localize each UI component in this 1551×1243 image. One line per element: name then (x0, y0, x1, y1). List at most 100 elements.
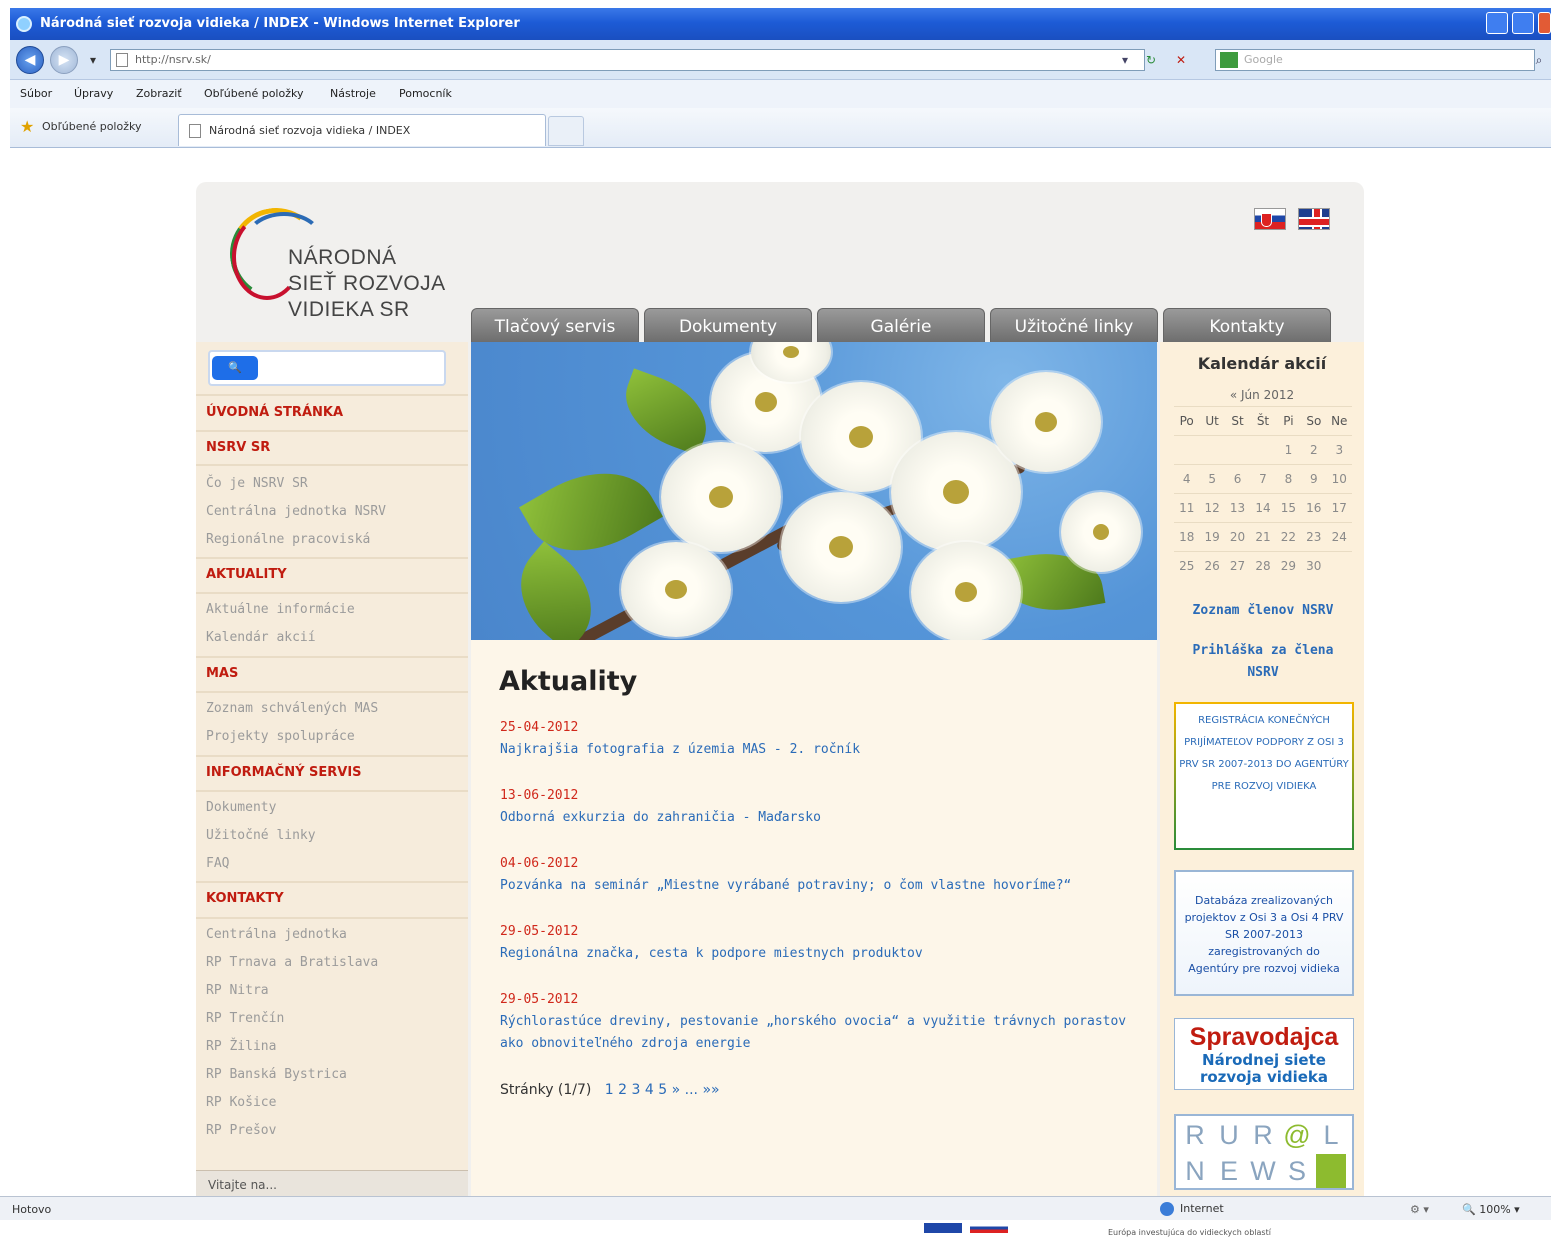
page-link[interactable]: 1 (605, 1082, 614, 1098)
calendar-day[interactable]: 25 (1174, 551, 1200, 581)
membership-application-link[interactable]: Prihláška za člena NSRV (1174, 640, 1352, 684)
menu-help[interactable]: Pomocník (399, 87, 452, 100)
calendar-day[interactable]: 14 (1250, 493, 1276, 523)
page-link[interactable]: 2 (618, 1082, 627, 1098)
sidebar-item[interactable]: RP Trenčín (206, 1011, 284, 1026)
tab-documents[interactable]: Dokumenty (644, 308, 812, 342)
menu-favorites[interactable]: Obľúbené položky (204, 87, 303, 100)
sidebar-item[interactable]: RP Žilina (206, 1039, 276, 1054)
maximize-button[interactable] (1512, 12, 1534, 34)
page-link[interactable]: 4 (645, 1082, 654, 1098)
back-button[interactable]: ◀ (16, 46, 44, 74)
projects-database-banner[interactable]: Databáza zrealizovaných projektov z Osi … (1174, 870, 1354, 996)
calendar-day[interactable]: 8 (1275, 464, 1302, 494)
sidebar-item[interactable]: Aktuálne informácie (206, 602, 355, 617)
calendar-day[interactable]: 22 (1275, 522, 1302, 552)
last-page-link[interactable]: »» (702, 1082, 719, 1098)
close-button[interactable] (1538, 12, 1551, 34)
calendar-day[interactable]: 11 (1174, 493, 1200, 523)
calendar-day[interactable]: 15 (1275, 493, 1302, 523)
calendar-day[interactable]: 2 (1301, 435, 1327, 465)
calendar-day[interactable]: 12 (1199, 493, 1225, 523)
tab-contacts[interactable]: Kontakty (1163, 308, 1331, 342)
search-field[interactable]: Google (1215, 49, 1535, 71)
tab-press[interactable]: Tlačový servis (471, 308, 639, 342)
calendar-day[interactable]: 16 (1301, 493, 1327, 523)
calendar-month-nav[interactable]: « Jún 2012 (1160, 388, 1364, 402)
menu-tools[interactable]: Nástroje (330, 87, 376, 100)
news-link[interactable]: Rýchlorastúce dreviny, pestovanie „horsk… (500, 1011, 1130, 1055)
sidebar-item[interactable]: RP Banská Bystrica (206, 1067, 347, 1082)
sidebar-head-kontakty[interactable]: KONTAKTY (206, 891, 284, 906)
news-link[interactable]: Odborná exkurzia do zahraničia - Maďarsk… (500, 807, 1130, 829)
favorites-label[interactable]: Obľúbené položky (42, 120, 141, 133)
spravodajca-banner[interactable]: Spravodajca Národnej siete rozvoja vidie… (1174, 1018, 1354, 1090)
news-link[interactable]: Najkrajšia fotografia z územia MAS - 2. … (500, 739, 1130, 761)
next-page-link[interactable]: » (672, 1082, 681, 1098)
tab-links[interactable]: Užitočné linky (990, 308, 1158, 342)
sidebar-item[interactable]: RP Prešov (206, 1123, 276, 1138)
sidebar-item[interactable]: Užitočné linky (206, 828, 316, 843)
sidebar-item[interactable]: Projekty spolupráce (206, 729, 355, 744)
calendar-day[interactable] (1326, 551, 1352, 581)
page-link[interactable]: 5 (658, 1082, 667, 1098)
calendar-day[interactable]: 24 (1326, 522, 1352, 552)
sidebar-head-mas[interactable]: MAS (206, 666, 238, 681)
sidebar-item[interactable]: Dokumenty (206, 800, 276, 815)
calendar-day[interactable]: 19 (1199, 522, 1225, 552)
refresh-icon[interactable]: ↻ (1142, 51, 1160, 69)
sidebar-item[interactable]: RP Nitra (206, 983, 269, 998)
sidebar-item[interactable]: Zoznam schválených MAS (206, 701, 378, 716)
site-logo[interactable]: NÁRODNÁ SIEŤ ROZVOJA VIDIEKA SR (222, 200, 450, 326)
menu-view[interactable]: Zobraziť (136, 87, 182, 100)
page-link[interactable]: 3 (632, 1082, 641, 1098)
calendar-day[interactable] (1224, 435, 1251, 465)
calendar-day[interactable]: 20 (1224, 522, 1251, 552)
minimize-button[interactable] (1486, 12, 1508, 34)
tab-galleries[interactable]: Galérie (817, 308, 985, 342)
favorites-star-icon[interactable]: ★ (20, 119, 36, 135)
sidebar-item[interactable]: RP Košice (206, 1095, 276, 1110)
calendar-day[interactable]: 30 (1301, 551, 1327, 581)
calendar-day[interactable]: 28 (1250, 551, 1276, 581)
calendar-day[interactable]: 6 (1224, 464, 1251, 494)
security-zone[interactable]: Internet (1160, 1202, 1224, 1216)
calendar-day[interactable]: 1 (1275, 435, 1302, 465)
browser-tab[interactable]: Národná sieť rozvoja vidieka / INDEX (178, 114, 546, 146)
calendar-day[interactable]: 3 (1326, 435, 1352, 465)
sidebar-item[interactable]: Kalendár akcií (206, 630, 316, 645)
search-go-icon[interactable]: ⌕ (1530, 51, 1548, 69)
sidebar-head-info[interactable]: INFORMAČNÝ SERVIS (206, 765, 362, 780)
calendar-day[interactable] (1250, 435, 1276, 465)
sidebar-item[interactable]: Centrálna jednotka NSRV (206, 504, 386, 519)
registration-banner[interactable]: REGISTRÁCIA KONEČNÝCH PRIJÍMATEĽOV PODPO… (1174, 702, 1354, 850)
slovak-flag-icon[interactable] (1254, 208, 1286, 230)
members-list-link[interactable]: Zoznam členov NSRV (1174, 600, 1352, 622)
calendar-day[interactable]: 7 (1250, 464, 1276, 494)
calendar-day[interactable]: 4 (1174, 464, 1200, 494)
calendar-day[interactable]: 27 (1224, 551, 1251, 581)
calendar-day[interactable]: 23 (1301, 522, 1327, 552)
calendar-day[interactable]: 21 (1250, 522, 1276, 552)
search-button[interactable]: 🔍 (212, 356, 258, 380)
sidebar-head-aktuality[interactable]: AKTUALITY (206, 567, 287, 582)
sidebar-item[interactable]: Regionálne pracoviská (206, 532, 370, 547)
calendar-day[interactable]: 29 (1275, 551, 1302, 581)
calendar-day[interactable]: 5 (1199, 464, 1225, 494)
sidebar-item[interactable]: Centrálna jednotka (206, 927, 347, 942)
forward-button[interactable]: ▶ (50, 46, 78, 74)
protected-mode-icon[interactable]: ⚙ ▾ (1410, 1203, 1429, 1216)
stop-icon[interactable]: ✕ (1172, 51, 1190, 69)
sidebar-item[interactable]: RP Trnava a Bratislava (206, 955, 378, 970)
site-search-input[interactable]: 🔍 (208, 350, 446, 386)
calendar-day[interactable]: 17 (1326, 493, 1352, 523)
menu-edit[interactable]: Úpravy (74, 87, 113, 100)
calendar-day[interactable]: 26 (1199, 551, 1225, 581)
url-field[interactable]: http://nsrv.sk/ (110, 49, 1145, 71)
menu-file[interactable]: Súbor (20, 87, 52, 100)
zoom-control[interactable]: 🔍 100% ▾ (1462, 1203, 1520, 1216)
calendar-day[interactable]: 9 (1301, 464, 1327, 494)
calendar-day[interactable]: 18 (1174, 522, 1200, 552)
new-tab-button[interactable] (548, 116, 584, 146)
english-flag-icon[interactable] (1298, 208, 1330, 230)
